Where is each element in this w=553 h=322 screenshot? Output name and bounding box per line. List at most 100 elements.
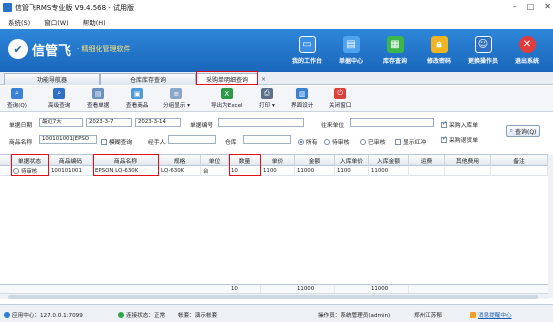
partner-input[interactable] [350, 118, 434, 127]
view-document-icon: ▤ [92, 88, 105, 99]
toolbar: ⌕ 查询(Q) ⌕ 高级查询 ▤ 查看单据 ▣ 查看商品 ≡ 分组显示 ▾ X … [0, 86, 553, 112]
results-grid: 单据状态 商品编码 商品名称 规格 单位 数量 单价 金额 入库单价 入库金额 … [0, 154, 548, 299]
logo-icon: ✔ [8, 39, 28, 59]
brand-name: 信管飞 [32, 43, 72, 59]
col-status[interactable]: 单据状态 [11, 155, 49, 166]
col-name[interactable]: 商品名称 [93, 155, 159, 166]
view-product-button[interactable]: ▣ 查看商品 [126, 88, 148, 109]
doc-no-label: 单据编号 [190, 123, 214, 129]
col-qty[interactable]: 数量 [229, 155, 261, 166]
brand-logo: ✔ 信管飞 · 精细化管理软件 [8, 39, 130, 59]
group-icon: ≡ [170, 88, 183, 99]
filter-panel: 单据日期 最近7天 2023-3-7 2023-3-14 单据编号 往来单位 采… [0, 113, 553, 154]
show-red-checkbox[interactable]: 显示红冲 [395, 137, 426, 146]
doc-no-input[interactable] [218, 118, 304, 127]
messages-link[interactable]: 消息提醒中心 [470, 311, 512, 319]
group-display-button[interactable]: ≡ 分组显示 ▾ [163, 88, 190, 109]
date-range-select[interactable]: 最近7天 [39, 118, 83, 127]
tab-purchase-detail[interactable]: 采购单明细查询 × [196, 73, 266, 85]
col-freight[interactable]: 运费 [409, 155, 445, 166]
view-document-button[interactable]: ▤ 查看单据 [87, 88, 109, 109]
col-in-amount[interactable]: 入库金额 [369, 155, 409, 166]
check-purchase-return[interactable]: 采购退货单 [441, 135, 478, 144]
export-excel-button[interactable]: X 导出为Excel [211, 88, 243, 109]
server-icon [4, 312, 10, 318]
interface-design-button[interactable]: ▥ 界面设计 [291, 88, 313, 109]
col-note[interactable]: 备注 [491, 155, 548, 166]
message-icon [470, 312, 476, 318]
date-from-input[interactable]: 2023-3-7 [86, 118, 132, 127]
menu-system[interactable]: 系统(S) [8, 17, 30, 27]
search-icon: ⌕ [509, 127, 513, 134]
design-icon: ▥ [296, 88, 309, 99]
query-submit-button[interactable]: ⌕ 查询(Q) [506, 125, 540, 137]
col-in-price[interactable]: 入库单价 [335, 155, 369, 166]
col-unit[interactable]: 单位 [201, 155, 229, 166]
tab-function-navigator[interactable]: 功能导航器 [4, 73, 100, 85]
status-bar: 应用中心：127.0.0.1:7099 连接状态：正常 帐套：演示帐套 操作员：… [0, 304, 553, 322]
lock-icon: 🔒︎ [430, 36, 448, 53]
header-banner: ✔ 信管飞 · 精细化管理软件 ▭ 我的工作台 ▤ 单据中心 ▦ 库存查询 🔒︎… [0, 29, 553, 72]
partner-label: 往来单位 [321, 123, 345, 129]
maximize-icon[interactable]: □ [527, 2, 535, 11]
status-pending-radio[interactable]: 待审核 [324, 137, 349, 146]
close-tab-icon[interactable]: × [261, 76, 266, 83]
print-icon: ⎙ [260, 88, 273, 99]
table-row[interactable]: 待审核 100101001 EPSON LQ-630K LQ-630K 台 10… [0, 166, 548, 176]
nav-workbench[interactable]: ▭ 我的工作台 [285, 32, 329, 65]
menu-bar: 系统(S) 窗口(W) 帮助(H) [0, 15, 553, 29]
nav-documents[interactable]: ▤ 单据中心 [329, 32, 373, 65]
warehouse-input[interactable] [243, 135, 291, 144]
vertical-scrollbar[interactable] [548, 154, 553, 298]
total-in-amount: 11000 [369, 285, 409, 293]
col-amount[interactable]: 金额 [295, 155, 335, 166]
status-account: 帐套：演示帐套 [178, 313, 218, 319]
users-icon: ☺ [474, 36, 492, 53]
status-branch: 郑州江苏郁 [414, 313, 442, 319]
status-app-center: 应用中心：127.0.0.1:7099 [4, 311, 83, 319]
menu-help[interactable]: 帮助(H) [83, 17, 106, 27]
date-label: 单据日期 [9, 123, 33, 129]
horizontal-scrollbar[interactable] [0, 293, 548, 299]
brand-slogan: · 精细化管理软件 [77, 45, 131, 53]
documents-icon: ▤ [342, 36, 360, 53]
nav-change-password[interactable]: 🔒︎ 修改密码 [417, 32, 461, 65]
handler-input[interactable] [168, 135, 216, 144]
row-select-radio[interactable] [13, 168, 19, 174]
status-approved-radio[interactable]: 已审核 [360, 137, 385, 146]
nav-exit[interactable]: ✕ 退出系统 [505, 32, 549, 65]
top-navigation: ▭ 我的工作台 ▤ 单据中心 ▦ 库存查询 🔒︎ 修改密码 ☺ 更换操作员 ✕ … [285, 32, 549, 65]
advanced-query-button[interactable]: ⌕ 高级查询 [48, 88, 70, 109]
col-price[interactable]: 单价 [261, 155, 295, 166]
date-to-input[interactable]: 2023-3-14 [135, 118, 181, 127]
tab-warehouse-inventory[interactable]: 仓库库存查询 [100, 73, 196, 85]
search-icon: ⌕ [10, 88, 23, 99]
connected-icon [118, 312, 124, 318]
grid-header: 单据状态 商品编码 商品名称 规格 单位 数量 单价 金额 入库单价 入库金额 … [0, 155, 548, 166]
close-window-icon: ⏻ [334, 88, 347, 99]
status-operator: 操作员：系统管理员(admin) [318, 313, 391, 319]
col-other-fee[interactable]: 其他费用 [445, 155, 491, 166]
nav-inventory[interactable]: ▦ 库存查询 [373, 32, 417, 65]
total-qty: 10 [229, 285, 261, 293]
col-spec[interactable]: 规格 [159, 155, 201, 166]
fuzzy-query-checkbox[interactable]: 模糊查询 [101, 137, 132, 146]
status-all-radio[interactable]: 所有 [298, 137, 318, 146]
menu-window[interactable]: 窗口(W) [44, 17, 69, 27]
exit-icon: ✕ [518, 36, 536, 53]
nav-switch-operator[interactable]: ☺ 更换操作员 [461, 32, 505, 65]
minimize-icon[interactable]: – [513, 2, 517, 11]
print-button[interactable]: ⎙ 打印 ▾ [259, 88, 275, 109]
check-purchase-in[interactable]: 采购入库单 [441, 120, 478, 129]
product-label: 商品名称 [9, 140, 33, 146]
product-input[interactable]: 100101001|EPSO [39, 135, 97, 144]
query-button[interactable]: ⌕ 查询(Q) [7, 88, 27, 109]
close-window-button[interactable]: ⏻ 关闭窗口 [329, 88, 351, 109]
col-code[interactable]: 商品编码 [49, 155, 93, 166]
monitor-icon: ▭ [298, 36, 316, 53]
title-bar: 信管飞RMS专业版 V9.4.568 - 试用版 – □ ✕ [0, 0, 553, 15]
view-product-icon: ▣ [131, 88, 144, 99]
app-icon [3, 3, 12, 12]
close-icon[interactable]: ✕ [544, 2, 551, 11]
window-title: 信管飞RMS专业版 V9.4.568 - 试用版 [15, 3, 135, 12]
